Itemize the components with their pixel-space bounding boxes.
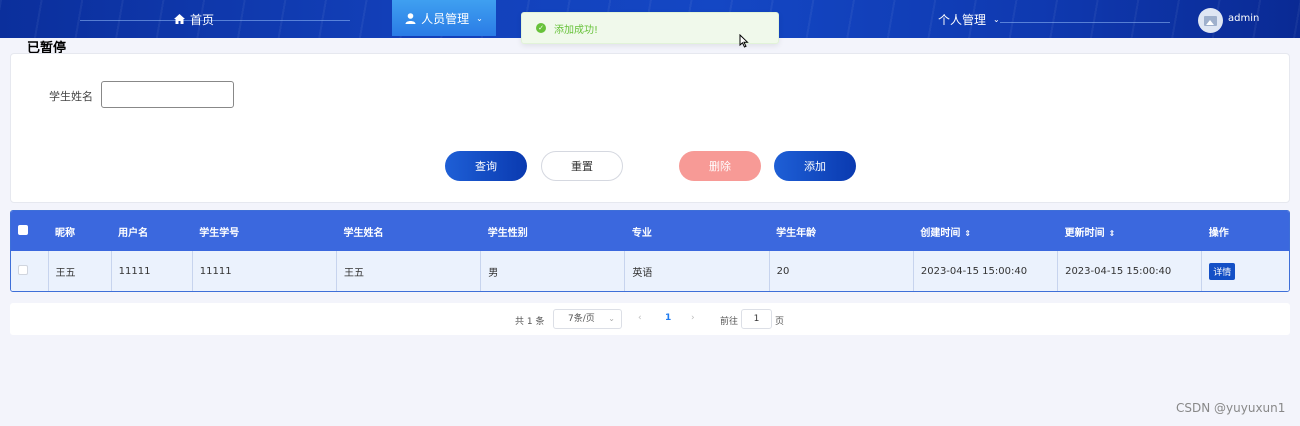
page-size-select[interactable]: 7条/页 ⌄ [553,309,622,329]
table-cell: 11111 [192,251,337,291]
page-suffix-label: 页 [775,317,785,327]
nav-people-label: 人员管理 [421,11,470,26]
reset-button[interactable]: 重置 [541,151,623,181]
nav-personal-management[interactable]: 个人管理 ⌄ [938,0,1000,38]
pagination: 共 1 条 7条/页 ⌄ ‹ 1 › 前往 1 页 [10,303,1290,335]
nav-personal-label: 个人管理 [938,12,987,27]
nav-people-management[interactable]: 人员管理 ⌄ [392,0,496,36]
chevron-down-icon: ⌄ [608,314,615,323]
column-header-sortable[interactable]: 创建时间 ⇕ [913,211,1058,251]
chevron-down-icon: ⌄ [993,14,1000,24]
table-cell: 20 [769,251,914,291]
table-cell: 11111 [111,251,193,291]
column-header: 学生姓名 [336,211,481,251]
add-button[interactable]: 添加 [774,151,856,181]
student-table: 昵称 用户名 学生学号 学生姓名 学生性别 专业 学生年龄 创建时间 ⇕ 更新时间… [10,210,1290,292]
select-all-checkbox[interactable] [18,224,28,235]
prev-page-icon[interactable]: ‹ [638,313,642,323]
query-button[interactable]: 查询 [445,151,527,181]
page-number-current[interactable]: 1 [665,313,671,323]
table-row: 王五 11111 11111 王五 男 英语 20 2023-04-15 15:… [11,251,1289,291]
nav-home-label: 首页 [190,12,215,27]
image-placeholder-icon [1204,15,1217,26]
row-checkbox-cell[interactable] [11,251,49,291]
sort-icon[interactable]: ⇕ [1109,229,1116,238]
column-header: 昵称 [48,211,112,251]
search-panel: 学生姓名 查询 重置 删除 添加 [10,53,1290,203]
nav-decoration-line [80,20,350,21]
sort-icon[interactable]: ⇕ [964,229,971,238]
column-header: 用户名 [111,211,193,251]
table-cell: 2023-04-15 15:00:40 [913,251,1059,291]
nav-decoration-line [1000,22,1170,23]
goto-page-input[interactable]: 1 [741,309,772,329]
home-icon [174,14,185,24]
student-name-label: 学生姓名 [49,90,93,103]
select-all-checkbox-cell[interactable] [11,211,49,251]
column-header-sortable[interactable]: 更新时间 ⇕ [1057,211,1202,251]
next-page-icon[interactable]: › [691,313,695,323]
student-name-input[interactable] [101,81,234,108]
pagination-total: 共 1 条 [515,317,545,327]
table-header-row: 昵称 用户名 学生学号 学生姓名 学生性别 专业 学生年龄 创建时间 ⇕ 更新时间… [11,211,1289,251]
user-name[interactable]: admin [1228,13,1259,24]
toast-message: 添加成功! [554,24,599,36]
column-header: 学生年龄 [769,211,914,251]
column-header-label: 创建时间 [920,227,961,239]
column-header-label: 更新时间 [1064,227,1105,239]
goto-label: 前往 [720,317,739,327]
column-header: 专业 [624,211,770,251]
avatar[interactable] [1198,8,1223,33]
table-cell: 英语 [624,251,770,291]
table-cell: 王五 [336,251,482,291]
column-header: 操作 [1201,211,1289,251]
chevron-down-icon: ⌄ [476,13,483,23]
delete-button[interactable]: 删除 [679,151,761,181]
column-header: 学生学号 [192,211,337,251]
check-circle-icon: ✓ [536,23,546,33]
user-icon [405,12,416,24]
detail-button[interactable]: 详情 [1209,263,1236,280]
table-cell: 王五 [48,251,112,291]
table-cell: 2023-04-15 15:00:40 [1057,251,1203,291]
page-size-value: 7条/页 [568,314,595,324]
watermark: CSDN @yuyuxun1 [1176,401,1286,415]
nav-home[interactable]: 首页 [174,0,214,38]
row-checkbox[interactable] [18,265,28,275]
column-header: 学生性别 [480,211,625,251]
table-cell: 男 [480,251,626,291]
action-cell: 详情 [1201,251,1289,291]
